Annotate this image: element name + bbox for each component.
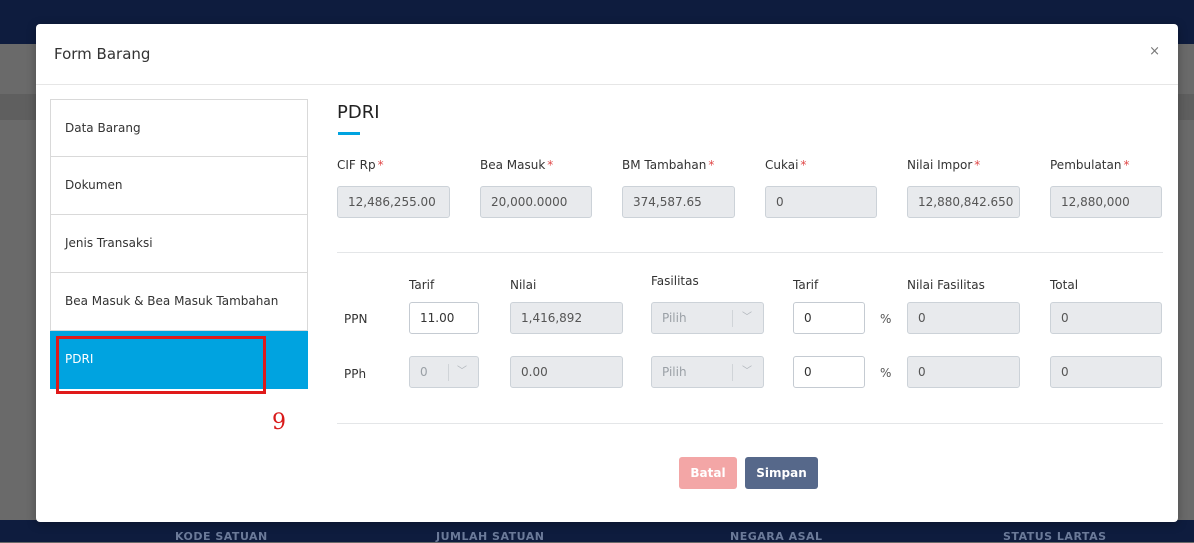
- cif-rp-field[interactable]: 12,486,255.00: [337, 186, 450, 218]
- sidebar-item-jenis-transaksi[interactable]: Jenis Transaksi: [50, 215, 308, 273]
- modal-title: Form Barang: [54, 45, 151, 63]
- label-nilai-impor: Nilai Impor *: [907, 158, 981, 172]
- pph-nilai-fasilitas-field[interactable]: 0: [907, 356, 1020, 388]
- footer-divider: [337, 423, 1163, 424]
- column-header-kode-satuan: KODE SATUAN: [175, 530, 268, 543]
- label-cukai: Cukai *: [765, 158, 807, 172]
- label-bm-tambahan: BM Tambahan *: [622, 158, 715, 172]
- header-nilai: Nilai: [510, 278, 537, 292]
- ppn-fasilitas-select[interactable]: Pilih ﹀: [651, 302, 764, 334]
- ppn-percent-sign: %: [880, 312, 892, 326]
- ppn-nilai-field[interactable]: 1,416,892: [510, 302, 623, 334]
- sidebar-item-label: Dokumen: [65, 178, 123, 192]
- cukai-field[interactable]: 0: [765, 186, 877, 218]
- annotation-step-number: 9: [272, 410, 286, 435]
- form-barang-modal: Form Barang × Data Barang Dokumen Jenis …: [36, 24, 1178, 522]
- pph-tarif-value: 0: [420, 365, 428, 379]
- chevron-down-icon: ﹀: [742, 366, 752, 377]
- chevron-down-icon: ﹀: [742, 312, 752, 323]
- section-divider: [337, 252, 1163, 253]
- ppn-total-field[interactable]: 0: [1050, 302, 1162, 334]
- header-total: Total: [1050, 278, 1079, 292]
- header-tarif: Tarif: [409, 278, 435, 292]
- column-header-status-lartas: STATUS LARTAS: [1003, 530, 1107, 543]
- ppn-tarif-input[interactable]: 11.00: [409, 302, 479, 334]
- sidebar-item-label: Jenis Transaksi: [65, 236, 153, 250]
- section-title: PDRI: [337, 102, 380, 123]
- pph-fasilitas-value: Pilih: [662, 365, 687, 379]
- header-nilai-fasilitas: Nilai Fasilitas: [907, 278, 985, 292]
- save-button[interactable]: Simpan: [745, 457, 818, 489]
- sidebar-item-label: Data Barang: [65, 121, 141, 135]
- row-label-pph: PPh: [344, 367, 367, 381]
- cancel-button[interactable]: Batal: [679, 457, 737, 489]
- header-tarif-fasilitas: Tarif: [793, 278, 819, 292]
- pph-tarif-select[interactable]: 0 ﹀: [409, 356, 479, 388]
- bm-tambahan-field[interactable]: 374,587.65: [622, 186, 735, 218]
- ppn-tarif-fasilitas-input[interactable]: 0: [793, 302, 865, 334]
- close-icon[interactable]: ×: [1149, 44, 1160, 59]
- column-header-jumlah-satuan: JUMLAH SATUAN: [436, 530, 545, 543]
- pph-nilai-field[interactable]: 0.00: [510, 356, 623, 388]
- chevron-down-icon: ﹀: [457, 366, 467, 377]
- label-bea-masuk: Bea Masuk *: [480, 158, 554, 172]
- modal-header: Form Barang ×: [36, 24, 1178, 85]
- pembulatan-field[interactable]: 12,880,000: [1050, 186, 1162, 218]
- pph-percent-sign: %: [880, 366, 892, 380]
- ppn-nilai-fasilitas-field[interactable]: 0: [907, 302, 1020, 334]
- column-header-negara-asal: NEGARA ASAL: [730, 530, 823, 543]
- title-underline: [338, 132, 360, 135]
- nilai-impor-field[interactable]: 12,880,842.650: [907, 186, 1020, 218]
- annotation-highlight-box: [56, 336, 266, 394]
- sidebar-item-label: Bea Masuk & Bea Masuk Tambahan: [65, 294, 279, 308]
- pph-total-field[interactable]: 0: [1050, 356, 1162, 388]
- label-cif-rp: CIF Rp *: [337, 158, 384, 172]
- sidebar-item-data-barang[interactable]: Data Barang: [50, 99, 308, 157]
- bea-masuk-field[interactable]: 20,000.0000: [480, 186, 592, 218]
- header-fasilitas: Fasilitas: [651, 274, 699, 288]
- sidebar-item-bea-masuk[interactable]: Bea Masuk & Bea Masuk Tambahan: [50, 273, 308, 331]
- ppn-fasilitas-value: Pilih: [662, 311, 687, 325]
- row-label-ppn: PPN: [344, 312, 368, 326]
- background-table-header: KODE SATUAN JUMLAH SATUAN NEGARA ASAL ST…: [0, 520, 1194, 543]
- pph-tarif-fasilitas-input[interactable]: 0: [793, 356, 865, 388]
- sidebar-item-dokumen[interactable]: Dokumen: [50, 157, 308, 215]
- pph-fasilitas-select[interactable]: Pilih ﹀: [651, 356, 764, 388]
- label-pembulatan: Pembulatan *: [1050, 158, 1130, 172]
